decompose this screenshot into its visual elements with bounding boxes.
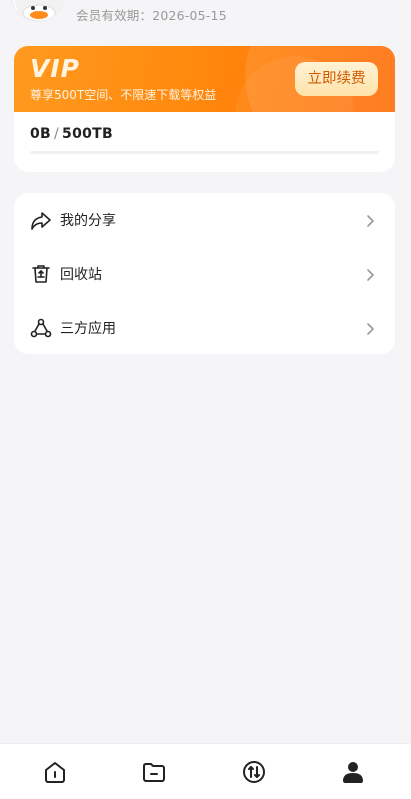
chevron-right-icon <box>365 267 375 281</box>
storage-used: 0B <box>30 126 52 142</box>
menu-item-my-shares[interactable]: 我的分享 <box>14 193 395 247</box>
share-icon <box>30 209 52 231</box>
bottom-tab-bar <box>0 743 411 799</box>
menu-item-third-party-apps[interactable]: 三方应用 <box>14 301 395 355</box>
tab-files[interactable] <box>141 759 167 785</box>
transfer-icon <box>241 761 267 789</box>
storage-usage: 0B/500TB <box>30 126 113 142</box>
trash-icon <box>30 263 52 285</box>
folder-icon <box>141 763 167 789</box>
home-icon <box>42 762 68 789</box>
chevron-right-icon <box>365 213 375 227</box>
profile-header: 会员有效期：2026-05-15 <box>0 0 411 40</box>
tab-profile[interactable] <box>340 759 366 785</box>
profile-icon <box>340 762 366 789</box>
chevron-right-icon <box>365 321 375 335</box>
tab-transfer[interactable] <box>241 759 267 785</box>
renew-button[interactable]: 立即续费 <box>295 62 378 96</box>
menu-item-label: 三方应用 <box>60 321 116 337</box>
membership-expiry: 会员有效期：2026-05-15 <box>76 8 227 23</box>
vip-card: VIP 尊享500T空间、不限速下载等权益 立即续费 0B/500TB <box>14 46 395 172</box>
storage-progress-bar <box>30 151 379 154</box>
tab-home[interactable] <box>42 759 68 785</box>
avatar[interactable] <box>12 0 64 22</box>
vip-benefits-text: 尊享500T空间、不限速下载等权益 <box>30 88 217 102</box>
menu-item-label: 我的分享 <box>60 213 116 229</box>
menu-item-label: 回收站 <box>60 267 102 283</box>
third-party-apps-icon <box>30 317 52 339</box>
storage-total: 500TB <box>62 126 113 142</box>
menu-item-recycle-bin[interactable]: 回收站 <box>14 247 395 301</box>
storage-separator: / <box>54 126 60 142</box>
vip-title: VIP <box>30 54 80 83</box>
menu-card: 我的分享 回收站 三方应用 <box>14 193 395 354</box>
